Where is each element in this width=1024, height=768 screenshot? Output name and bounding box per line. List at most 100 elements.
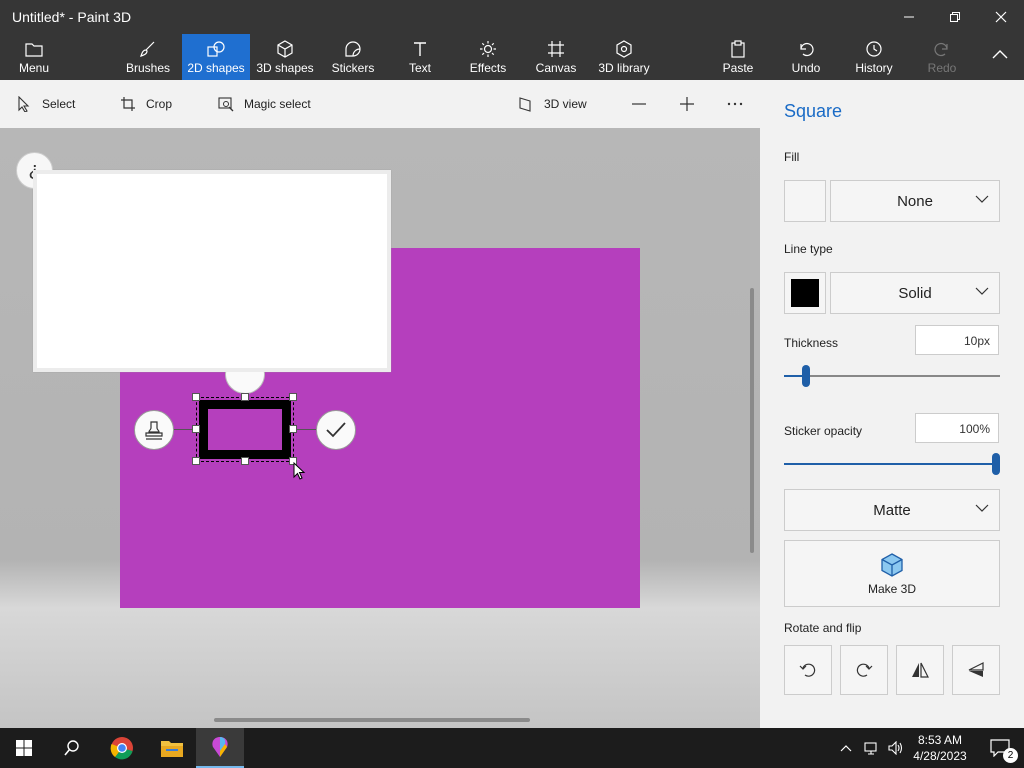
flip-horizontal-button[interactable] [896, 645, 944, 695]
rotate-right-icon [856, 663, 873, 677]
more-icon [727, 102, 743, 106]
cube-3d-icon [881, 552, 903, 577]
restore-button[interactable] [932, 0, 978, 34]
menu-button[interactable]: Menu [8, 34, 60, 80]
network-button[interactable] [860, 728, 884, 768]
file-explorer-taskbar-button[interactable] [148, 728, 196, 768]
paint3d-taskbar-button[interactable] [196, 728, 244, 768]
selection-box[interactable] [196, 397, 294, 462]
undo-icon [800, 42, 814, 57]
show-hidden-icons-button[interactable] [834, 728, 858, 768]
tab-label: 3D library [598, 61, 650, 75]
tab-2d-shapes[interactable]: 2D shapes [182, 34, 250, 80]
line-color-swatch[interactable] [784, 272, 826, 314]
file-explorer-icon [161, 741, 183, 757]
redo-icon [934, 42, 948, 57]
sticker-opacity-slider[interactable] [784, 453, 1000, 475]
cube-icon [277, 40, 293, 58]
thickness-input[interactable]: 10px [915, 325, 999, 355]
line-type-value: Solid [898, 284, 932, 302]
more-options-button[interactable] [726, 80, 754, 128]
tab-canvas[interactable]: Canvas [532, 34, 580, 80]
clock[interactable]: 8:53 AM 4/28/2023 [908, 732, 972, 764]
select-label: Select [42, 97, 76, 111]
undo-button[interactable]: Undo [784, 34, 828, 80]
panel-title: Square [784, 101, 843, 121]
resize-handle-nw[interactable] [192, 393, 200, 401]
start-button[interactable] [0, 728, 48, 768]
vertical-scrollbar[interactable] [750, 288, 754, 553]
resize-handle-ne[interactable] [289, 393, 297, 401]
line-type-dropdown[interactable]: Solid [830, 272, 1000, 314]
tab-3d-shapes[interactable]: 3D shapes [254, 34, 316, 80]
tab-label: Stickers [331, 61, 375, 75]
flip-vertical-button[interactable] [952, 645, 1000, 695]
zoom-out-button[interactable] [630, 80, 658, 128]
3d-view-toggle[interactable]: 3D view [518, 80, 587, 128]
text-icon [414, 42, 426, 56]
redo-label: Redo [927, 61, 957, 75]
close-button[interactable] [978, 0, 1024, 34]
commit-button[interactable] [316, 410, 356, 450]
resize-handle-sw[interactable] [192, 457, 200, 465]
thickness-slider-thumb[interactable] [802, 365, 810, 387]
tab-brushes[interactable]: Brushes [118, 34, 178, 80]
sticker-opacity-label: Sticker opacity [784, 424, 863, 438]
chrome-taskbar-button[interactable] [98, 728, 146, 768]
network-icon [864, 742, 877, 755]
sticker-opacity-input[interactable]: 100% [915, 413, 999, 443]
resize-handle-e[interactable] [289, 425, 297, 433]
magic-select-icon [218, 97, 234, 112]
clock-time: 8:53 AM [917, 733, 963, 747]
history-label: History [855, 61, 893, 75]
search-button[interactable] [48, 728, 96, 768]
resize-handle-s[interactable] [241, 457, 249, 465]
tab-effects[interactable]: Effects [464, 34, 512, 80]
fill-dropdown[interactable]: None [830, 180, 1000, 222]
crop-tool[interactable]: Crop [120, 80, 172, 128]
zoom-in-button[interactable] [678, 80, 706, 128]
fill-value: None [897, 192, 933, 210]
action-center-button[interactable]: 2 [976, 728, 1024, 768]
rotate-right-button[interactable] [840, 645, 888, 695]
make-3d-button[interactable]: Make 3D [784, 540, 1000, 607]
tab-3d-library[interactable]: 3D library [594, 34, 654, 80]
magic-select-tool[interactable]: Magic select [218, 80, 311, 128]
select-tool[interactable]: Select [16, 80, 75, 128]
minimize-button[interactable] [886, 0, 932, 34]
finish-value: Matte [873, 501, 911, 519]
restore-icon [950, 12, 960, 22]
rotate-left-button[interactable] [784, 645, 832, 695]
tab-stickers[interactable]: Stickers [326, 34, 380, 80]
stamp-button[interactable] [134, 410, 174, 450]
resize-handle-w[interactable] [192, 425, 200, 433]
fill-color-swatch[interactable] [784, 180, 826, 222]
finish-dropdown[interactable]: Matte [784, 489, 1000, 531]
thickness-slider[interactable] [784, 365, 1000, 387]
minus-icon [632, 103, 646, 105]
paste-button[interactable]: Paste [716, 34, 760, 80]
chevron-down-icon [975, 287, 989, 295]
crop-label: Crop [146, 97, 173, 111]
volume-button[interactable] [884, 728, 908, 768]
tab-label: Text [408, 61, 431, 75]
tab-label: 3D shapes [256, 61, 314, 75]
minimize-icon [904, 16, 914, 18]
redo-button[interactable]: Redo [922, 34, 962, 80]
horizontal-scrollbar[interactable] [214, 718, 530, 722]
canvas-workspace[interactable]: ¿ [0, 128, 760, 728]
title-bar: Untitled* - Paint 3D [0, 0, 1024, 34]
folder-icon [25, 43, 43, 57]
stamp-icon [145, 421, 163, 440]
tab-label: Canvas [535, 61, 577, 75]
tab-label: 2D shapes [187, 61, 245, 75]
taskbar: 8:53 AM 4/28/2023 2 [0, 728, 1024, 768]
resize-handle-n[interactable] [241, 393, 249, 401]
collapse-ribbon-button[interactable] [980, 34, 1020, 80]
tab-text[interactable]: Text [396, 34, 444, 80]
sticker-opacity-slider-thumb[interactable] [992, 453, 1000, 475]
history-button[interactable]: History [850, 34, 898, 80]
chevron-up-icon [992, 50, 1008, 59]
flip-vertical-icon [968, 662, 984, 677]
paint3d-icon [212, 737, 228, 757]
